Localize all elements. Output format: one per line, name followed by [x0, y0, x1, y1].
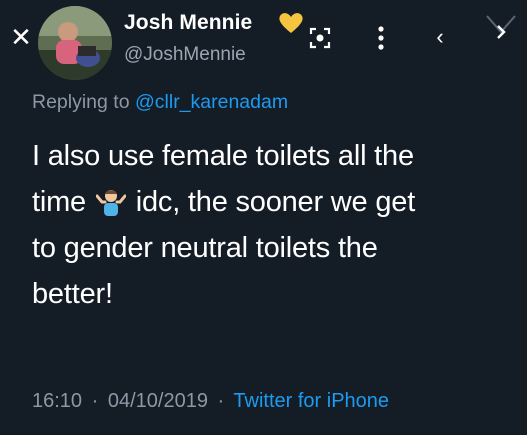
chevron-right-icon[interactable]: [484, 10, 518, 54]
previous-button[interactable]: ‹: [428, 24, 452, 50]
close-icon: ✕: [10, 22, 32, 52]
tweet-date: 04/10/2019: [107, 390, 208, 412]
tweet-header: ✕ Josh Mennie @JoshMennie ‹: [0, 0, 527, 86]
tweet-time: 16:10: [32, 390, 83, 412]
meta-separator: ·: [217, 390, 225, 412]
tweet-text: I also use female toilets all the time i…: [32, 133, 502, 317]
user-handle[interactable]: @JoshMennie: [124, 44, 246, 66]
man-shrugging-emoji-icon: [95, 190, 126, 216]
meta-separator: ·: [91, 390, 99, 412]
tweet-source-link[interactable]: Twitter for iPhone: [233, 390, 389, 412]
tweet-text-segment: time: [32, 186, 86, 218]
tweet-meta: 16:10 · 04/10/2019 · Twitter for iPhone: [32, 390, 389, 413]
tweet-line: better!: [32, 278, 113, 310]
chevron-left-icon: ‹: [436, 24, 444, 49]
replying-to-line: Replying to @cllr_karenadam: [32, 91, 288, 114]
focus-icon[interactable]: [308, 26, 332, 50]
close-button[interactable]: ✕: [6, 22, 36, 52]
replying-prefix: Replying to: [32, 91, 130, 113]
display-name[interactable]: Josh Mennie: [124, 11, 252, 35]
tweet-line: to gender neutral toilets the: [32, 232, 378, 264]
tweet-viewer: ✕ Josh Mennie @JoshMennie ‹ Replying to …: [0, 0, 527, 435]
avatar[interactable]: [38, 6, 112, 80]
tweet-line: I also use female toilets all the: [32, 140, 414, 172]
tweet-text-segment: idc, the sooner we get: [135, 186, 416, 218]
more-options-icon[interactable]: [374, 24, 388, 52]
tweet-line: time idc, the sooner we get: [32, 179, 502, 225]
reply-mention-link[interactable]: @cllr_karenadam: [135, 91, 288, 113]
avatar-photo: [38, 6, 112, 80]
yellow-heart-icon: [279, 13, 303, 33]
